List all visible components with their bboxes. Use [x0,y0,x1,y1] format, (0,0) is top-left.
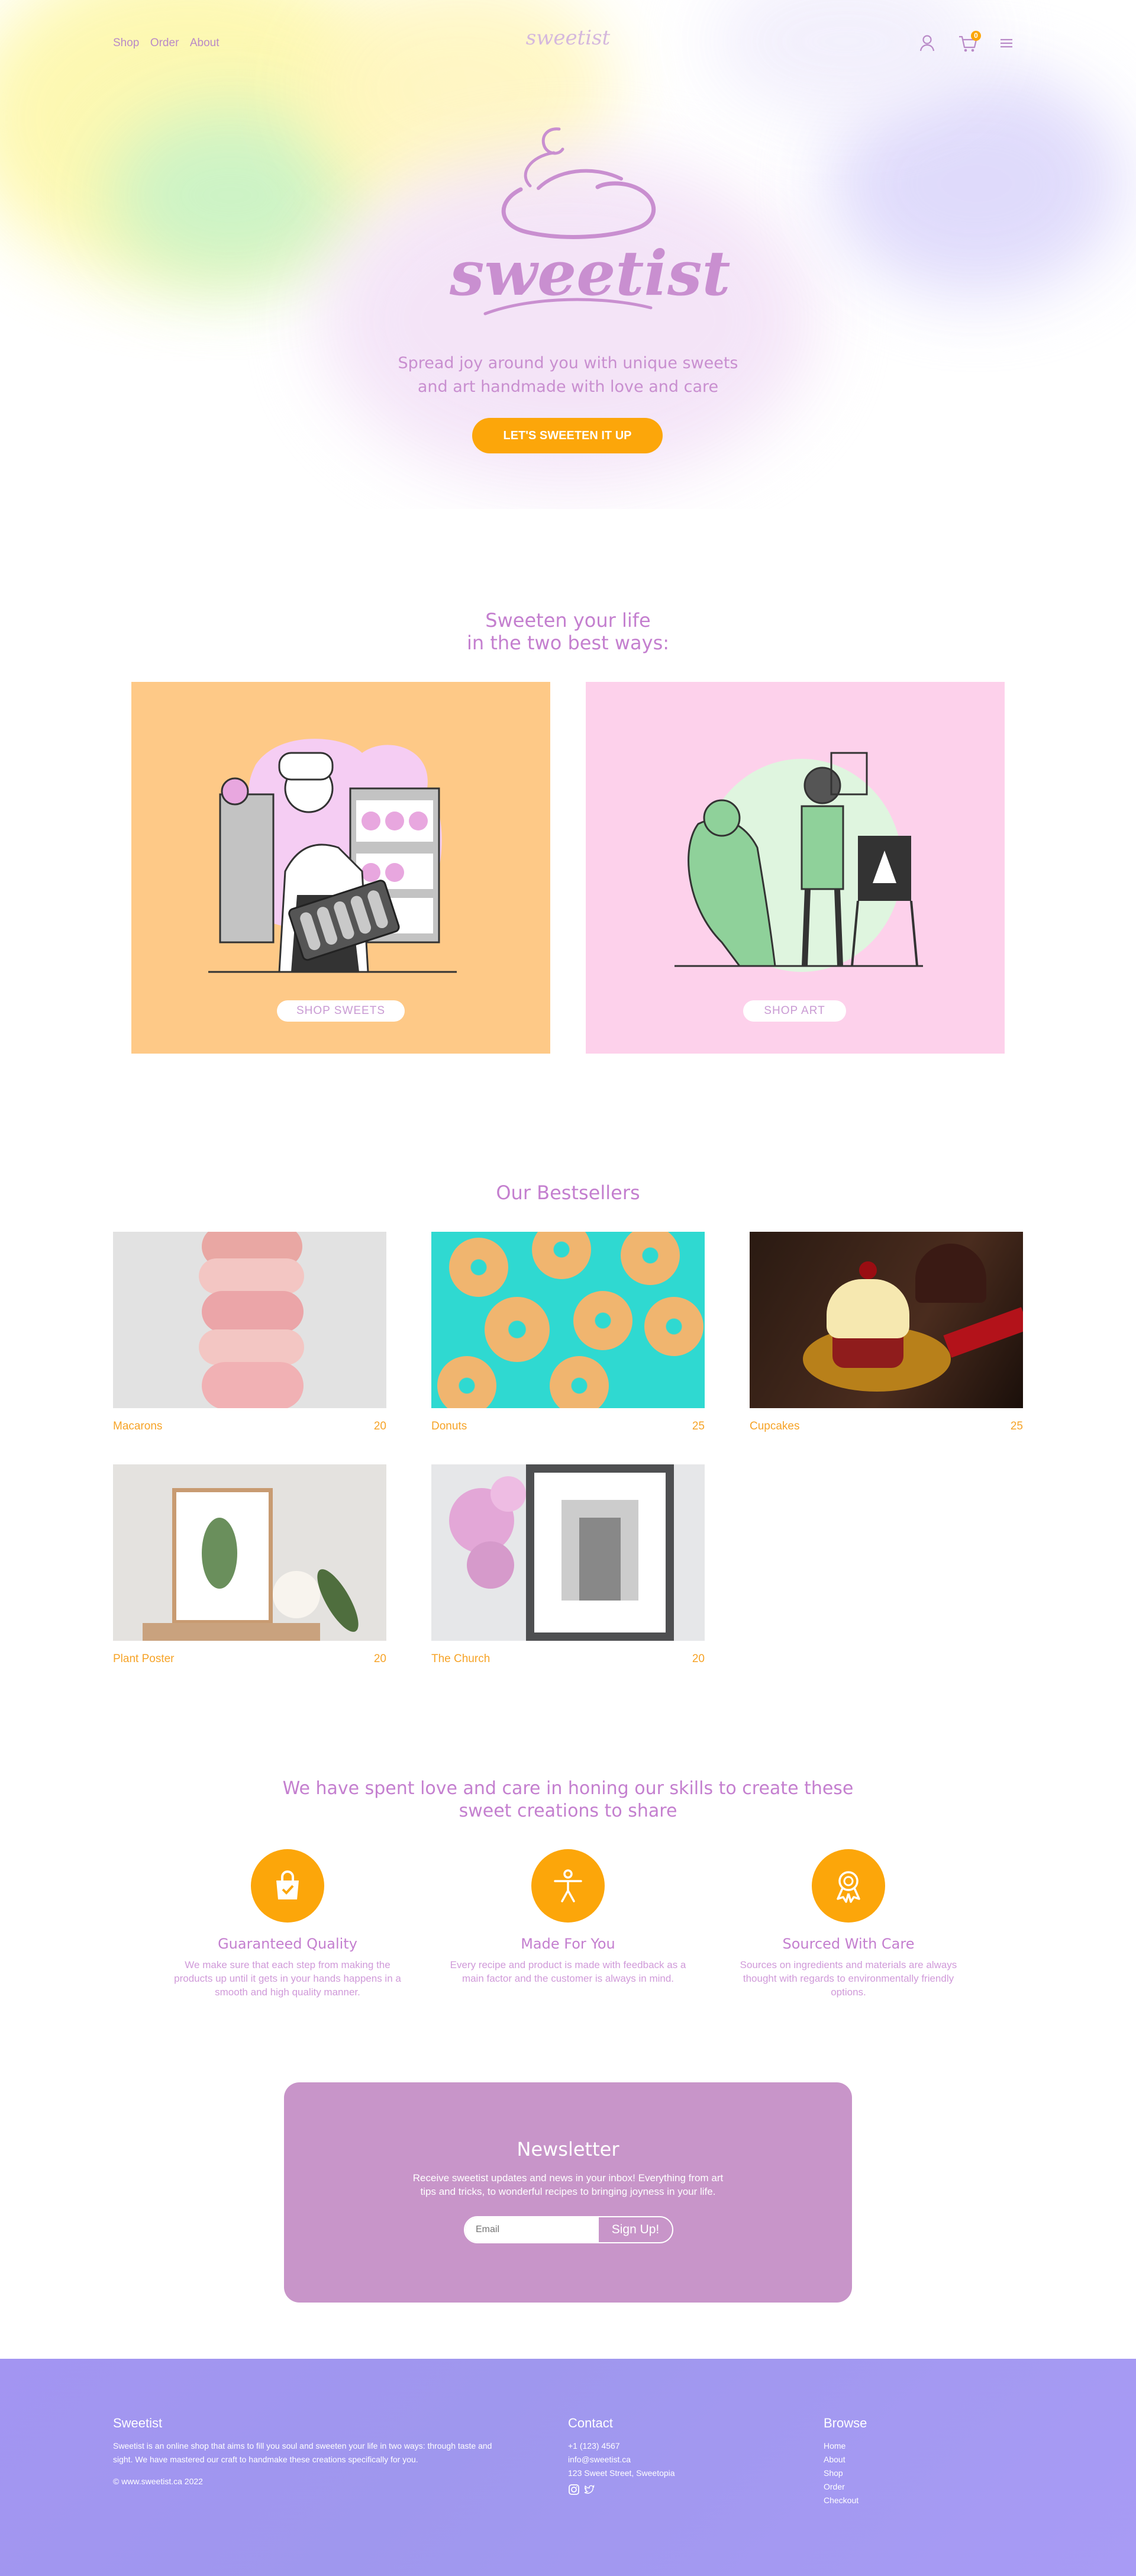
nav-link-order[interactable]: Order [150,37,179,49]
hero-tagline: Spread joy around you with unique sweets… [331,352,805,399]
newsletter-text: Receive sweetist updates and news in you… [284,2171,852,2198]
footer-phone[interactable]: +1 (123) 4567 [568,2439,746,2453]
product-card[interactable]: The Church 20 [431,1464,705,1666]
newsletter-text-line1: Receive sweetist updates and news in you… [412,2172,724,2184]
sign-up-button[interactable]: Sign Up! [599,2217,672,2242]
nav-link-about[interactable]: About [190,37,220,49]
product-card[interactable]: Plant Poster 20 [113,1464,386,1666]
menu-icon[interactable] [999,38,1014,49]
value-text: Sources on ingredients and materials are… [740,1959,957,1998]
product-price: 20 [373,1420,386,1432]
product-name[interactable]: Macarons [113,1420,162,1433]
value-title: Made For You [521,1936,615,1952]
artist-illustration [674,752,923,972]
footer-about-title: Sweetist [113,2416,163,2430]
footer-about: Sweetist Sweetist is an online shop that… [113,2416,504,2488]
the-church-image[interactable] [431,1464,705,1641]
footer-contact-title: Contact [568,2416,613,2430]
hero-tagline-line1: Spread joy around you with unique sweets [398,354,738,372]
ways-title-line1: Sweeten your life [485,609,651,632]
newsletter-form: Sign Up! [464,2216,673,2243]
top-nav: Shop Order About [113,37,228,50]
product-name[interactable]: Cupcakes [750,1420,800,1433]
values-title-line2: sweet creations to share [459,1801,677,1821]
footer-contact: Contact +1 (123) 4567 info@sweetist.ca 1… [568,2416,746,2496]
product-name[interactable]: The Church [431,1653,490,1666]
product-name[interactable]: Plant Poster [113,1653,175,1666]
hero-logo: sweetist [450,118,731,337]
person-icon [554,1869,582,1902]
hero-logo-text: sweetist [450,237,731,310]
value-made-for-you: Made For You Every recipe and product is… [450,1849,686,1985]
cupcakes-image[interactable] [750,1232,1023,1408]
product-card[interactable]: Macarons 20 [113,1232,386,1433]
product-card[interactable]: Donuts 25 [431,1232,705,1433]
footer-link-order[interactable]: Order [824,2480,942,2494]
newsletter-box: Newsletter Receive sweetist updates and … [284,2082,852,2303]
value-text: We make sure that each step from making … [174,1959,401,1998]
hero-cta-button[interactable]: LET'S SWEETEN IT UP [472,418,663,453]
footer-link-checkout[interactable]: Checkout [824,2494,942,2507]
footer: Sweetist Sweetist is an online shop that… [0,2359,1136,2576]
footer-address: 123 Sweet Street, Sweetopia [568,2468,675,2478]
nav-link-shop[interactable]: Shop [113,37,139,49]
account-icon[interactable] [919,34,935,52]
nav-logo[interactable]: sweetist [521,26,615,50]
product-price: 20 [373,1653,386,1665]
product-price: 25 [692,1420,705,1432]
macarons-image[interactable] [113,1232,386,1408]
values-title: We have spent love and care in honing ou… [213,1778,923,1822]
ways-title: Sweeten your life in the two best ways: [331,609,805,654]
cart-count-badge: 0 [971,31,981,41]
value-title: Guaranteed Quality [218,1936,357,1952]
newsletter-text-line2: tips and tricks, to wonderful recipes to… [420,2186,716,2197]
footer-copyright: © www.sweetist.ca 2022 [113,2477,203,2486]
value-text: Every recipe and product is made with fe… [450,1959,686,1984]
newsletter-title: Newsletter [517,2138,619,2160]
twitter-icon[interactable] [583,2484,595,2496]
product-price: 20 [692,1653,705,1665]
plant-poster-image[interactable] [113,1464,386,1641]
shopping-bag-check-icon [276,1870,299,1899]
instagram-icon[interactable] [568,2484,580,2496]
donuts-image[interactable] [431,1232,705,1408]
icon-circle [531,1849,605,1923]
cart-icon[interactable]: 0 [958,31,981,53]
product-price: 25 [1010,1420,1023,1432]
email-input[interactable] [465,2217,599,2242]
footer-about-text: Sweetist is an online shop that aims to … [113,2441,492,2464]
product-name[interactable]: Donuts [431,1420,467,1433]
value-title: Sourced With Care [782,1936,915,1952]
ways-title-line2: in the two best ways: [466,632,670,654]
footer-link-home[interactable]: Home [824,2439,942,2453]
values-title-line1: We have spent love and care in honing ou… [282,1778,854,1799]
shop-art-button[interactable]: SHOP ART [743,1000,846,1022]
icon-circle [251,1849,324,1923]
footer-email[interactable]: info@sweetist.ca [568,2453,746,2466]
hero-tagline-line2: and art handmade with love and care [417,378,719,396]
value-guaranteed-quality: Guaranteed Quality We make sure that eac… [169,1849,406,1999]
product-card[interactable]: Cupcakes 25 [750,1232,1023,1433]
shop-sweets-button[interactable]: SHOP SWEETS [277,1000,405,1022]
card-shop-art[interactable]: SHOP ART [586,682,1005,1054]
baker-illustration [208,739,457,973]
card-shop-sweets[interactable]: SHOP SWEETS [131,682,550,1054]
value-sourced-with-care: Sourced With Care Sources on ingredients… [730,1849,967,1999]
icon-circle [812,1849,885,1923]
award-ribbon-icon [837,1871,860,1903]
footer-link-about[interactable]: About [824,2453,942,2466]
footer-browse: Browse Home About Shop Order Checkout [824,2416,942,2507]
footer-browse-title: Browse [824,2416,867,2430]
footer-link-shop[interactable]: Shop [824,2466,942,2480]
bestsellers-title: Our Bestsellers [496,1181,640,1204]
